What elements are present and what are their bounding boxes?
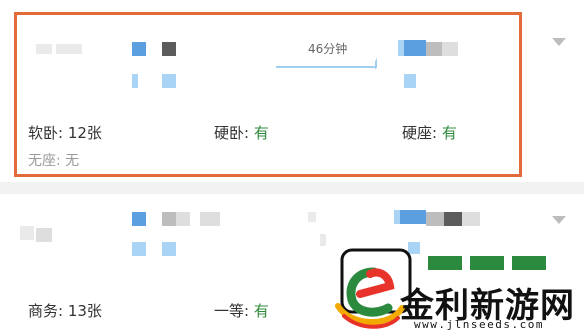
trip-duration: 46分钟 [308,42,348,56]
blurred-departure-station [162,74,176,88]
blurred-arrival-time [404,40,426,56]
blurred-train-number [20,226,34,240]
seat-first-class: 一等: 有 [214,300,269,321]
chevron-down-icon[interactable] [552,38,566,46]
seat-value: 13张 [67,302,102,320]
duration-arrow [276,66,376,68]
blurred-train-number [36,228,52,242]
blurred-arrival-time [426,212,444,226]
watermark-url: www.jlnseeds.com [414,318,544,331]
train-results-screen: 46分钟 软卧: 12张 硬卧: 有 硬座: 有 无座: 无 商务: 13张 一… [0,0,584,334]
chevron-down-icon[interactable] [552,216,566,224]
blurred-departure-time [162,212,176,226]
seat-label: 硬座: [402,124,442,142]
blurred-arrival-time [442,42,458,56]
blurred-departure-time [200,212,220,226]
highlight-box [14,12,522,177]
seat-value: 无 [65,153,80,169]
train-result-card[interactable]: 46分钟 软卧: 12张 硬卧: 有 硬座: 有 无座: 无 [0,0,584,182]
site-watermark: 金利新游网 www.jlnseeds.com [330,246,584,334]
seat-hard-sleeper: 硬卧: 有 [214,122,269,143]
blurred-departure-station [162,242,176,256]
seat-value: 有 [253,124,269,142]
seat-label: 硬卧: [214,124,254,142]
blurred-departure-station [132,74,138,88]
seat-soft-sleeper: 软卧: 12张 [28,122,102,143]
seat-standing: 无座: 无 [28,150,79,170]
blurred-departure-time [132,212,146,226]
seat-label: 无座: [28,153,66,169]
blurred-duration [320,234,326,246]
blurred-departure-time [176,212,190,226]
blurred-arrival-time [444,212,462,226]
blurred-duration [308,212,316,222]
seat-value: 有 [441,124,457,142]
blurred-departure-time [132,42,146,56]
blurred-train-number [36,44,52,54]
seat-label: 一等: [214,302,254,320]
seat-value: 有 [253,302,269,320]
seat-label: 商务: [28,302,68,320]
watermark-decoration-icon [428,256,546,270]
seat-business: 商务: 13张 [28,300,102,321]
blurred-arrival-time [426,42,442,56]
blurred-arrival-station [404,74,416,88]
blurred-arrival-time [462,212,480,226]
seat-hard-seat: 硬座: 有 [402,122,457,143]
blurred-departure-station [132,242,146,256]
seat-value: 12张 [67,124,102,142]
blurred-departure-time [162,42,176,56]
blurred-train-number [56,44,82,54]
blurred-arrival-time [400,210,426,224]
seat-label: 软卧: [28,124,68,142]
